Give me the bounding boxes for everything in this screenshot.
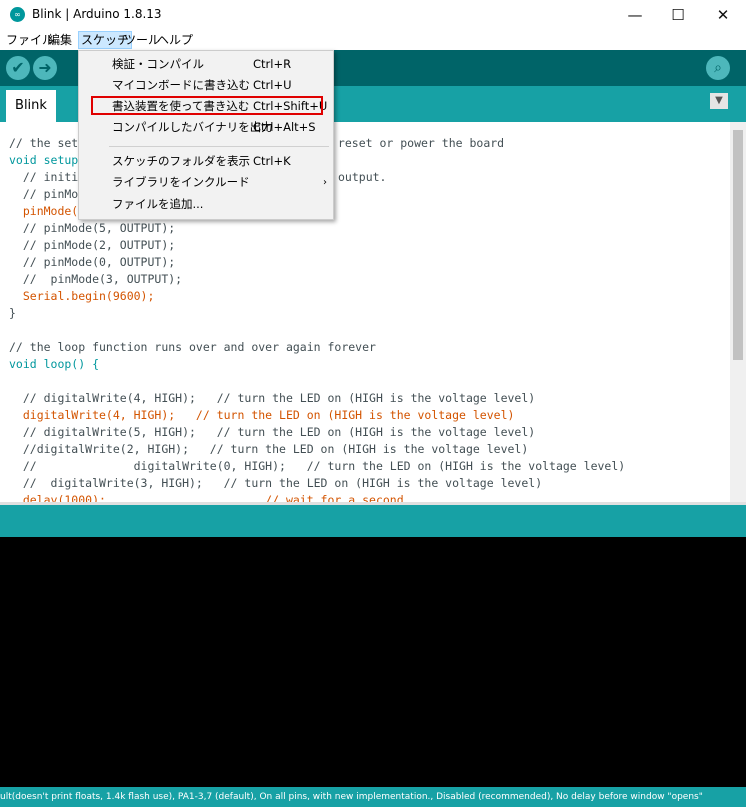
console-output[interactable] <box>0 537 746 787</box>
code-line: // pinMode(2, OUTPUT); <box>9 238 176 252</box>
menu-item-label: マイコンボードに書き込む <box>112 78 250 92</box>
code-line: } <box>9 306 16 320</box>
menu-item-export-binary[interactable]: コンパイルしたバイナリを出力 Ctrl+Alt+S <box>80 117 332 138</box>
verify-button[interactable]: ✔ <box>6 56 30 80</box>
code-line: void loop() { <box>9 357 100 371</box>
code-line: // pinMode(3, OUTPUT); <box>9 272 183 286</box>
code-line: //digitalWrite(2, HIGH); // turn the LED… <box>9 442 529 456</box>
menu-item-upload[interactable]: マイコンボードに書き込む Ctrl+U <box>80 75 332 96</box>
menu-item-include-library[interactable]: ライブラリをインクルード › <box>80 172 332 193</box>
tab-menu-icon[interactable]: ▼ <box>710 93 728 109</box>
menu-item-label: コンパイルしたバイナリを出力 <box>112 120 273 134</box>
code-line: // the set <box>9 136 79 150</box>
menu-item-label: ライブラリをインクルード <box>112 175 250 189</box>
menu-item-add-file[interactable]: ファイルを追加... <box>80 194 332 215</box>
highlight-annotation <box>91 96 323 115</box>
menu-item-label: ファイルを追加... <box>112 197 204 211</box>
status-bar: ult(doesn't print floats, 1.4k flash use… <box>0 787 746 807</box>
code-line: reset or power the board <box>331 136 505 150</box>
menu-item-shortcut: Ctrl+U <box>253 78 292 92</box>
code-line: // initi <box>9 170 79 184</box>
menu-item-label: スケッチのフォルダを表示 <box>112 154 250 168</box>
sketch-menu-dropdown: 検証・コンパイル Ctrl+R マイコンボードに書き込む Ctrl+U 書込装置… <box>78 50 334 220</box>
submenu-arrow-icon: › <box>323 177 327 188</box>
code-line: // pinMode(0, OUTPUT); <box>9 255 176 269</box>
window-title: Blink | Arduino 1.8.13 <box>32 7 162 21</box>
menu-bar: ファイル 編集 スケッチ ツール ヘルプ <box>0 30 746 50</box>
code-line: // digitalWrite(0, HIGH); // turn the LE… <box>9 459 626 473</box>
scrollbar-thumb[interactable] <box>733 130 743 360</box>
upload-button[interactable]: ➜ <box>33 56 57 80</box>
close-button[interactable]: ✕ <box>705 3 741 27</box>
magnifier-icon: ⌕ <box>714 60 722 76</box>
code-line: // digitalWrite(4, HIGH); // turn the LE… <box>9 391 536 405</box>
serial-monitor-button[interactable]: ⌕ <box>706 56 730 80</box>
menu-separator <box>109 146 329 147</box>
menu-item-verify[interactable]: 検証・コンパイル Ctrl+R <box>80 54 332 75</box>
code-line: // pinMo <box>9 187 79 201</box>
minimize-button[interactable]: — <box>617 3 653 27</box>
code-line: // digitalWrite(3, HIGH); // turn the LE… <box>9 476 543 490</box>
title-bar: ∞ Blink | Arduino 1.8.13 — ☐ ✕ <box>0 0 746 30</box>
code-line: output. <box>338 170 387 184</box>
menu-item-shortcut: Ctrl+Alt+S <box>253 120 316 134</box>
code-line: // digitalWrite(5, HIGH); // turn the LE… <box>9 425 536 439</box>
menu-item-shortcut: Ctrl+R <box>253 57 292 71</box>
code-line: // the loop function runs over and over … <box>9 340 376 354</box>
code-line: // pinMode(5, OUTPUT); <box>9 221 176 235</box>
code-line: digitalWrite(4, HIGH); // turn the LED o… <box>9 408 515 422</box>
code-line: delay(1000); // wait for a second <box>9 493 404 502</box>
arrow-right-icon: ➜ <box>38 58 52 77</box>
menu-item-label: 検証・コンパイル <box>112 57 204 71</box>
vertical-scrollbar[interactable] <box>730 122 746 502</box>
message-area <box>0 505 746 537</box>
menu-edit[interactable]: 編集 <box>46 32 74 48</box>
code-line: pinMode( <box>9 204 79 218</box>
maximize-button[interactable]: ☐ <box>660 3 696 27</box>
check-icon: ✔ <box>11 58 25 77</box>
menu-item-shortcut: Ctrl+K <box>253 154 291 168</box>
tab-blink[interactable]: Blink <box>6 90 56 122</box>
code-line: void setup <box>9 153 79 167</box>
menu-help[interactable]: ヘルプ <box>155 32 195 48</box>
code-line: Serial.begin(9600); <box>9 289 155 303</box>
arduino-logo-icon: ∞ <box>10 7 25 22</box>
menu-item-show-sketch-folder[interactable]: スケッチのフォルダを表示 Ctrl+K <box>80 151 332 172</box>
